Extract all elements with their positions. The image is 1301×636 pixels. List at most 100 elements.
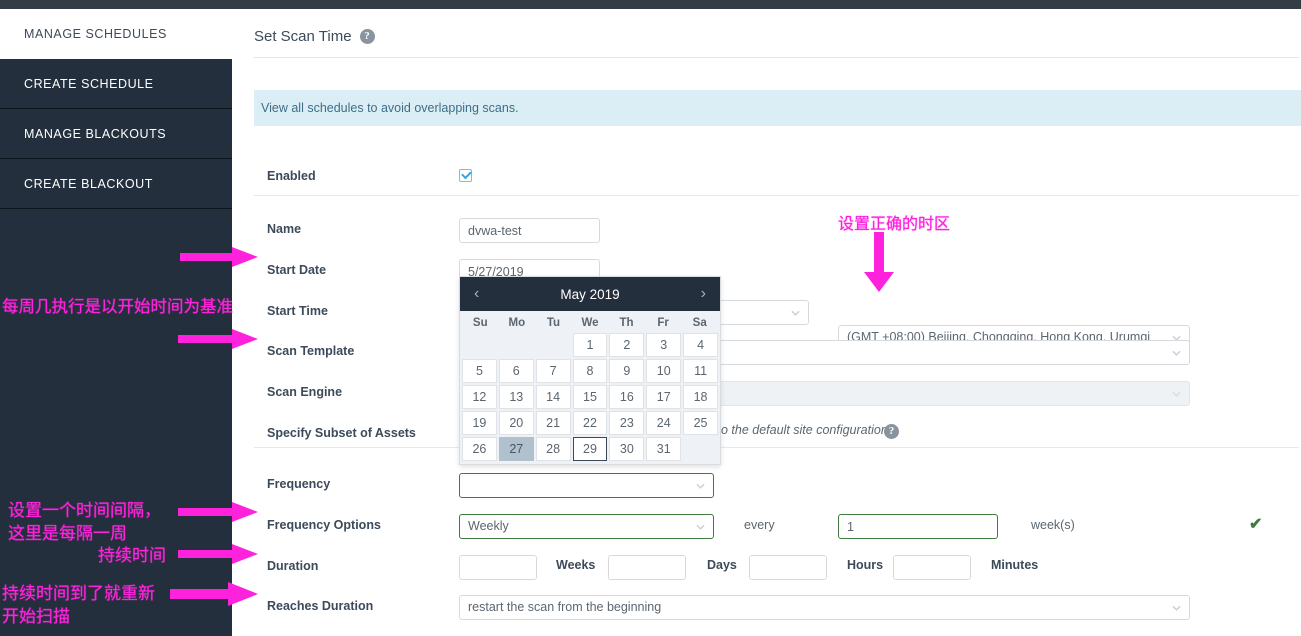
info-banner-text: View all schedules to avoid overlapping … [261,101,519,115]
arrow-start-date [180,247,258,267]
frequency-options-value: Weekly [468,519,509,533]
date-picker-popup[interactable]: ‹ May 2019 › Su Mo Tu We Th Fr Sa 123456… [459,276,721,465]
row-specify-subset: Specify Subset of Assets o the default s… [236,423,1301,449]
calendar-day[interactable]: 13 [498,385,534,409]
arrow-duration [178,544,258,564]
unit-label: week(s) [1031,518,1075,532]
sidebar-item-create-schedule[interactable]: CREATE SCHEDULE [0,59,232,109]
chevron-down-icon [1172,605,1181,611]
reaches-duration-select[interactable]: restart the scan from the beginning [459,595,1190,620]
duration-label: Duration [267,559,319,573]
row-reaches-duration: Reaches Duration restart the scan from t… [236,595,1301,622]
calendar-day[interactable]: 2 [609,333,645,357]
weekday-label: Mo [508,317,526,329]
calendar-day[interactable]: 26 [462,437,497,461]
calendar-day-empty [462,333,497,357]
row-enabled: Enabled [236,166,1301,192]
duration-weeks-input[interactable] [459,555,537,580]
calendar-day[interactable]: 28 [535,437,571,461]
frequency-select[interactable] [459,473,714,498]
calendar-day[interactable]: 17 [646,385,682,409]
calendar-day[interactable]: 6 [498,359,534,383]
calendar-day[interactable]: 5 [462,359,497,383]
duration-hours-input[interactable] [749,555,827,580]
calendar-day[interactable]: 27 [498,437,534,461]
schedule-scan-page: MANAGE SCHEDULES CREATE SCHEDULE MANAGE … [0,0,1301,636]
name-input[interactable] [459,218,600,243]
weekday-label: Th [619,317,634,329]
calendar-day[interactable]: 22 [572,411,608,435]
question-mark-icon[interactable]: ? [359,29,375,44]
row-scan-template: Scan Template [236,340,1301,367]
calendar-day[interactable]: 25 [683,411,718,435]
every-value-input[interactable] [838,514,998,539]
start-time-label: Start Time [267,304,328,318]
calendar-day[interactable]: 19 [462,411,497,435]
info-banner: View all schedules to avoid overlapping … [254,90,1301,126]
chevron-down-icon [696,483,705,489]
hours-label: Hours [847,558,884,572]
frequency-label: Frequency [267,477,331,491]
calendar-day[interactable]: 21 [535,411,571,435]
sidebar-item-manage-schedules[interactable]: MANAGE SCHEDULES [0,9,232,59]
chevron-down-icon [1172,350,1181,356]
calendar-day[interactable]: 16 [609,385,645,409]
scan-engine-label: Scan Engine [267,385,343,399]
calendar-day[interactable]: 24 [646,411,682,435]
calendar-day[interactable]: 14 [535,385,571,409]
calendar-day[interactable]: 3 [646,333,682,357]
date-picker-header: ‹ May 2019 › [460,277,720,311]
weekday-label: Sa [692,317,707,329]
chevron-right-icon[interactable]: › [701,286,706,302]
row-frequency-options: Frequency Options Weekly every week(s) ✔ [236,514,1301,541]
weekday-label: We [581,317,599,329]
calendar-day[interactable]: 15 [572,385,608,409]
duration-minutes-input[interactable] [893,555,971,580]
calendar-day[interactable]: 7 [535,359,571,383]
sidebar-item-create-blackout[interactable]: CREATE BLACKOUT [0,159,232,209]
calendar-day[interactable]: 20 [498,411,534,435]
chevron-left-icon[interactable]: ‹ [474,286,479,302]
date-picker-title: May 2019 [560,286,620,302]
arrow-timezone [864,232,894,292]
sidebar-item-label: MANAGE BLACKOUTS [24,126,167,141]
calendar-day[interactable]: 12 [462,385,497,409]
date-picker-grid: 1 2 3 4 5 6 7 8 9 10 11 12 13 14 15 16 17 18 19 20 21 22 23 24 2… [460,333,720,464]
calendar-day[interactable]: 4 [683,333,718,357]
weekday-label: Fr [657,317,669,329]
question-mark-icon[interactable]: ? [884,424,899,439]
calendar-day[interactable]: 23 [609,411,645,435]
arrow-scan-template [178,329,258,349]
calendar-day[interactable]: 10 [646,359,682,383]
divider-enabled [254,195,1299,196]
enabled-checkbox[interactable] [459,169,472,182]
weekday-label: Tu [546,317,561,329]
divider-subset [254,447,1299,448]
date-picker-weekday-row: Su Mo Tu We Th Fr Sa [460,311,720,333]
frequency-options-label: Frequency Options [267,518,381,532]
top-bar [0,0,1301,9]
annotation-duration: 持续时间 [98,546,166,566]
reaches-duration-value: restart the scan from the beginning [468,600,662,614]
row-start-date: Start Date [236,259,1301,286]
duration-days-input[interactable] [608,555,686,580]
calendar-day[interactable]: 18 [683,385,718,409]
row-scan-engine: Scan Engine [236,381,1301,408]
calendar-day[interactable]: 9 [609,359,645,383]
calendar-day[interactable]: 1 [572,333,608,357]
every-label: every [744,518,775,532]
frequency-options-select[interactable]: Weekly [459,514,714,539]
calendar-day[interactable]: 30 [609,437,645,461]
calendar-day-empty [499,333,534,357]
row-frequency: Frequency [236,473,1301,500]
calendar-day[interactable]: 11 [683,359,718,383]
calendar-day[interactable]: 31 [646,437,682,461]
calendar-day[interactable]: 8 [572,359,608,383]
row-name: Name [236,218,1301,245]
calendar-day[interactable]: 29 [572,437,608,461]
reaches-duration-label: Reaches Duration [267,599,374,613]
weekday-label: Su [472,317,488,329]
calendar-day-empty [536,333,571,357]
main-content: Set Scan Time ? View all schedules to av… [236,9,1301,636]
sidebar-item-manage-blackouts[interactable]: MANAGE BLACKOUTS [0,109,232,159]
